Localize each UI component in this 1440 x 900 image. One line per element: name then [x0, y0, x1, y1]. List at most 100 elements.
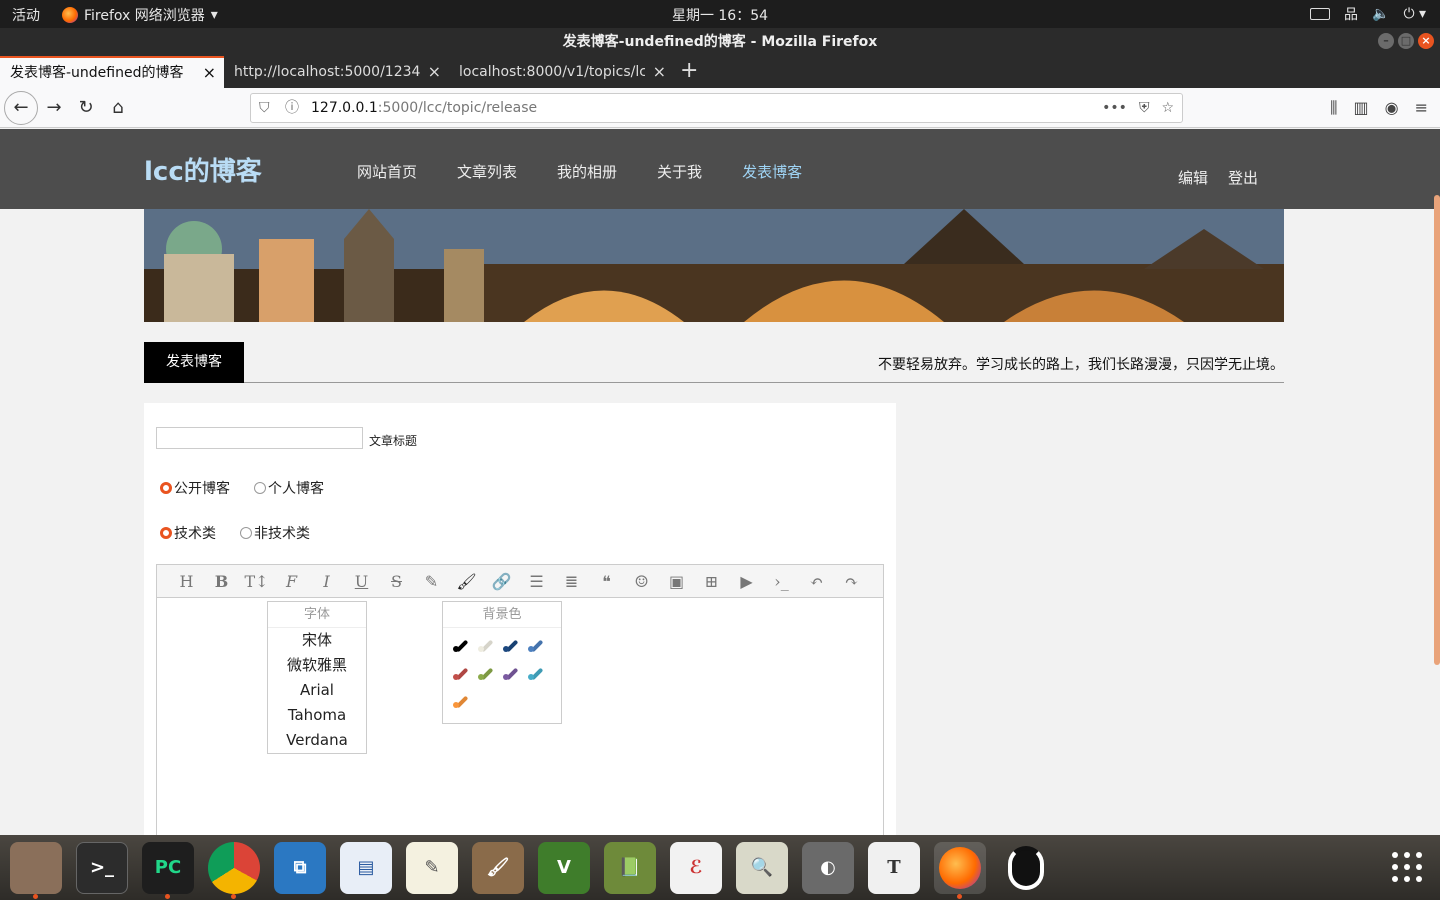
- font-option-tahoma[interactable]: Tahoma: [268, 703, 366, 728]
- font-option-yahei[interactable]: 微软雅黑: [268, 653, 366, 678]
- system-tray[interactable]: 品 🔈 ⏻ ▾: [1310, 4, 1426, 24]
- volume-icon[interactable]: 🔈: [1372, 6, 1389, 22]
- maximize-icon[interactable]: □: [1398, 33, 1414, 49]
- bold-icon[interactable]: B: [204, 572, 239, 591]
- undo-icon[interactable]: ↶: [799, 572, 834, 591]
- network-icon[interactable]: 品: [1344, 4, 1358, 24]
- color-swatch-2[interactable]: [501, 634, 526, 658]
- close-window-icon[interactable]: ×: [1418, 33, 1434, 49]
- redo-icon[interactable]: ↷: [834, 572, 869, 591]
- minimize-icon[interactable]: –: [1378, 33, 1394, 49]
- radio-non-tech[interactable]: 非技术类: [240, 523, 310, 543]
- close-tab-icon[interactable]: ×: [203, 58, 216, 88]
- page-scrollbar[interactable]: [1434, 195, 1440, 665]
- strikethrough-icon[interactable]: S: [379, 572, 414, 591]
- logout-link[interactable]: 登出: [1228, 167, 1258, 188]
- text-color-icon[interactable]: ✎: [414, 572, 449, 591]
- book-icon[interactable]: 📗: [604, 841, 656, 894]
- color-swatch-6[interactable]: [501, 662, 526, 686]
- account-icon[interactable]: ◉: [1385, 98, 1399, 118]
- clock[interactable]: 星期一 16：54: [0, 5, 1440, 25]
- vscode-icon[interactable]: ⧉: [274, 841, 326, 894]
- nav-album[interactable]: 我的相册: [557, 161, 617, 182]
- section-tab-release[interactable]: 发表博客: [144, 342, 244, 383]
- article-title-input[interactable]: [156, 427, 363, 449]
- page-actions-icon[interactable]: •••: [1102, 94, 1127, 122]
- files-icon[interactable]: [10, 841, 62, 899]
- quote-icon[interactable]: ❝: [589, 572, 624, 591]
- image-icon[interactable]: ▣: [659, 572, 694, 591]
- align-icon[interactable]: ≣: [554, 572, 589, 591]
- back-icon[interactable]: ←: [4, 91, 38, 125]
- color-swatch-3[interactable]: [526, 634, 551, 658]
- close-tab-icon[interactable]: ×: [653, 56, 666, 88]
- qq-icon[interactable]: [1000, 842, 1052, 894]
- power-icon[interactable]: ⏻ ▾: [1403, 6, 1426, 22]
- color-swatch-4[interactable]: [451, 662, 476, 686]
- tracking-shield-icon[interactable]: ⛉: [259, 94, 270, 122]
- hamburger-menu-icon[interactable]: ≡: [1415, 98, 1428, 118]
- pocket-icon[interactable]: ⛨: [1139, 94, 1150, 122]
- new-tab-icon[interactable]: +: [680, 56, 698, 86]
- bookmark-star-icon[interactable]: ☆: [1161, 94, 1174, 122]
- radio-tech[interactable]: 技术类: [160, 523, 216, 543]
- font-option-songti[interactable]: 宋体: [268, 628, 366, 653]
- table-icon[interactable]: ⊞: [694, 572, 729, 591]
- heading-icon[interactable]: H: [169, 572, 204, 591]
- nav-articles[interactable]: 文章列表: [457, 161, 517, 182]
- radio-private-control[interactable]: [254, 482, 266, 494]
- gimp-icon[interactable]: ◐: [802, 841, 854, 894]
- site-info-icon[interactable]: ⓘ: [285, 94, 299, 122]
- chrome-icon[interactable]: [208, 841, 260, 899]
- nav-home[interactable]: 网站首页: [357, 161, 417, 182]
- radio-public[interactable]: 公开博客: [160, 478, 230, 498]
- code-icon[interactable]: ›_: [764, 572, 799, 591]
- emoticon-icon[interactable]: ☺: [624, 572, 659, 591]
- firefox-dock-icon[interactable]: [934, 841, 986, 899]
- link-icon[interactable]: 🔗: [484, 572, 519, 591]
- font-option-verdana[interactable]: Verdana: [268, 728, 366, 753]
- font-size-icon[interactable]: T↕: [239, 572, 274, 591]
- color-swatch-1[interactable]: [476, 634, 501, 658]
- writer-icon[interactable]: ▤: [340, 841, 392, 894]
- list-icon[interactable]: ☰: [519, 572, 554, 591]
- forward-icon[interactable]: →: [40, 94, 68, 122]
- show-applications-icon[interactable]: [1392, 852, 1422, 882]
- edit-link[interactable]: 编辑: [1178, 167, 1208, 188]
- font-family-icon[interactable]: F: [274, 572, 309, 591]
- pdf-viewer-icon[interactable]: ℰ: [670, 841, 722, 894]
- library-icon[interactable]: ⫼: [1330, 98, 1337, 118]
- nav-about[interactable]: 关于我: [657, 161, 702, 182]
- font-option-arial[interactable]: Arial: [268, 678, 366, 703]
- radio-private[interactable]: 个人博客: [254, 478, 324, 498]
- color-swatch-5[interactable]: [476, 662, 501, 686]
- tab-localhost-5000[interactable]: http://localhost:5000/12345 ×: [224, 56, 449, 88]
- image-viewer-icon[interactable]: 🔍: [736, 841, 788, 894]
- underline-icon[interactable]: U: [344, 572, 379, 591]
- background-color-icon[interactable]: 🖌: [449, 572, 484, 591]
- keyboard-icon[interactable]: [1310, 8, 1330, 20]
- close-tab-icon[interactable]: ×: [428, 56, 441, 88]
- pycharm-icon[interactable]: PC: [142, 841, 194, 899]
- site-logo[interactable]: lcc的博客: [144, 151, 262, 188]
- color-swatch-0[interactable]: [451, 634, 476, 658]
- reload-icon[interactable]: ↻: [72, 94, 100, 122]
- italic-icon[interactable]: I: [309, 572, 344, 591]
- address-bar[interactable]: ⛉ ⓘ 127.0.0.1:5000/lcc/topic/release •••…: [250, 93, 1183, 123]
- color-swatch-8[interactable]: [451, 690, 476, 714]
- home-icon[interactable]: ⌂: [104, 94, 132, 122]
- radio-public-control[interactable]: [160, 482, 172, 494]
- video-icon[interactable]: ▶: [729, 572, 764, 591]
- radio-tech-control[interactable]: [160, 527, 172, 539]
- color-swatch-7[interactable]: [526, 662, 551, 686]
- url-text[interactable]: 127.0.0.1:5000/lcc/topic/release: [311, 94, 537, 122]
- text-editor-icon[interactable]: ✎: [406, 841, 458, 894]
- radio-non-tech-control[interactable]: [240, 527, 252, 539]
- tab-localhost-8000[interactable]: localhost:8000/v1/topics/lcc ×: [449, 56, 674, 88]
- typora-icon[interactable]: T: [868, 841, 920, 894]
- paint-icon[interactable]: 🖌: [472, 841, 524, 894]
- sidebar-icon[interactable]: ▥: [1354, 98, 1369, 118]
- vim-icon[interactable]: V: [538, 841, 590, 894]
- terminal-icon[interactable]: >_: [76, 841, 128, 894]
- tab-release[interactable]: 发表博客-undefined的博客 ×: [0, 56, 224, 88]
